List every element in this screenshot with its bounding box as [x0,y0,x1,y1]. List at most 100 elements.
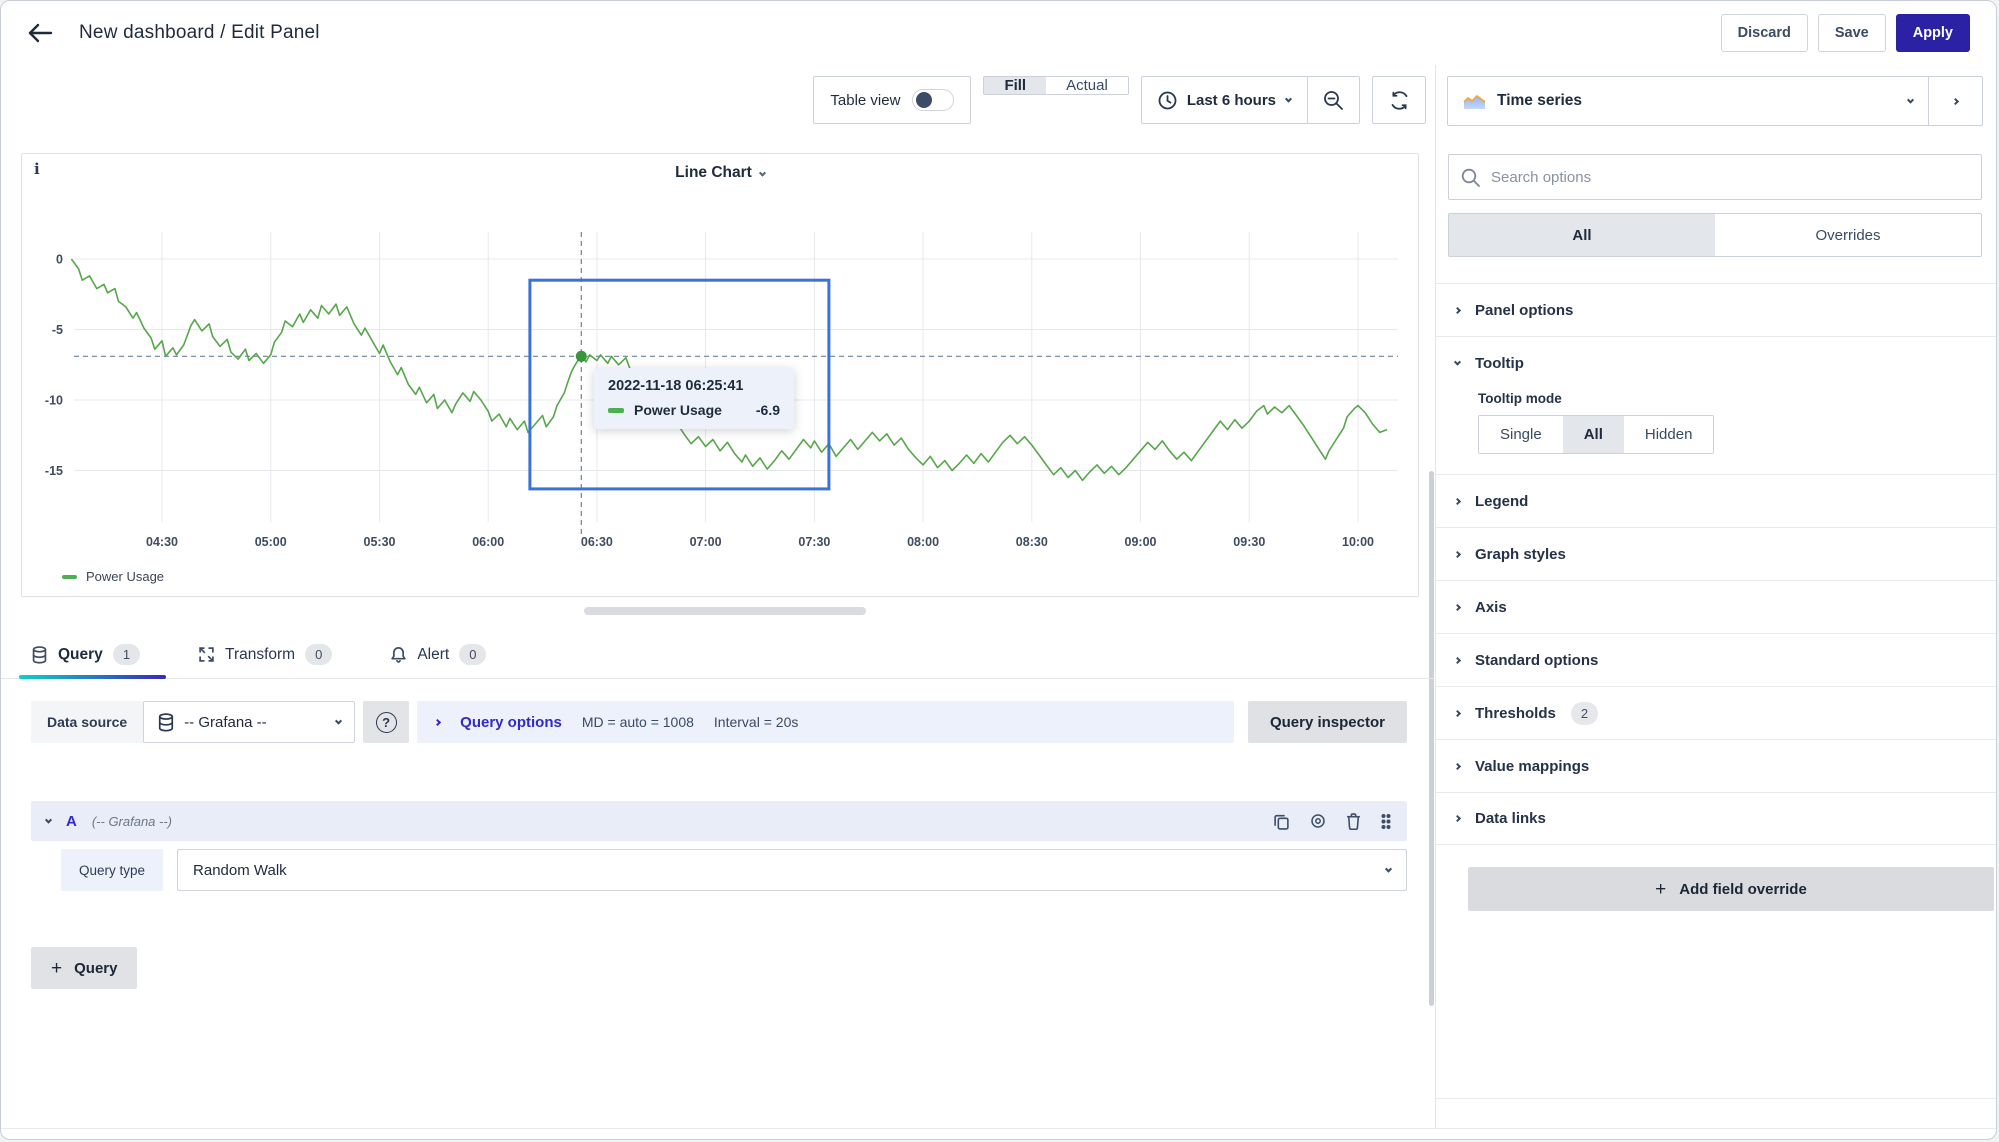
x-axis-tick: 05:30 [364,535,396,549]
tooltip-series-value: -6.9 [756,402,780,418]
add-query-label: Query [74,960,117,977]
x-axis-tick: 05:00 [255,535,287,549]
apply-button[interactable]: Apply [1896,14,1970,52]
chevron-down-icon [1454,358,1461,365]
option-label: Panel options [1475,302,1573,319]
tab-overrides[interactable]: Overrides [1715,214,1981,256]
tab-alert[interactable]: Alert 0 [390,631,486,678]
vertical-scrollbar[interactable] [1429,471,1434,1006]
chevron-down-icon[interactable] [45,816,52,823]
arrow-left-icon [27,22,53,44]
datasource-select[interactable]: -- Grafana -- [143,701,355,743]
option-label: Data links [1475,810,1546,827]
page-bottom-divider [1,1128,1996,1129]
query-row-header[interactable]: A (-- Grafana --) [31,801,1407,841]
option-graph-styles[interactable]: Graph styles [1436,527,1996,580]
chevron-right-icon [1952,97,1959,104]
series-color-swatch [608,408,624,413]
tab-query[interactable]: Query 1 [31,631,140,678]
search-input[interactable] [1491,169,1969,186]
chevron-down-icon [1285,95,1292,102]
chart-tooltip: 2022-11-18 06:25:41 Power Usage -6.9 [594,368,794,429]
query-inspector-button[interactable]: Query inspector [1248,701,1407,743]
option-label: Legend [1475,493,1528,510]
visualization-select[interactable]: Time series [1448,77,1928,125]
legend-label: Power Usage [86,569,164,584]
option-value-mappings[interactable]: Value mappings [1436,739,1996,792]
option-panel-options[interactable]: Panel options [1436,283,1996,336]
query-type-select[interactable]: Random Walk [177,849,1407,891]
add-query-button[interactable]: + Query [31,947,137,989]
legend-item-power-usage[interactable]: Power Usage [62,569,164,584]
actual-option[interactable]: Actual [1046,77,1128,94]
chevron-down-icon [335,717,342,724]
chevron-right-icon [1454,656,1461,663]
discard-button[interactable]: Discard [1721,14,1808,52]
tab-alert-badge: 0 [459,644,486,665]
query-options-md: MD = auto = 1008 [582,714,694,730]
add-override-label: Add field override [1679,881,1807,898]
trash-icon[interactable] [1346,813,1361,830]
toggle-switch[interactable] [912,89,954,111]
query-type-row: Query type Random Walk [61,849,1407,891]
main-content: Table view Fill Actual Last 6 hours [1,65,1435,1128]
x-axis-tick: 09:30 [1233,535,1265,549]
tab-all[interactable]: All [1449,214,1715,256]
zoom-out-button[interactable] [1307,77,1359,123]
collapse-sidebar-button[interactable] [1928,77,1982,125]
query-options-interval: Interval = 20s [714,714,798,730]
y-axis-tick: -10 [45,394,63,408]
option-standard-options[interactable]: Standard options [1436,633,1996,686]
query-options-link[interactable]: Query options [460,714,562,731]
tooltip-mode-all[interactable]: All [1563,416,1624,453]
query-section-tabs: Query 1 Transform 0 Alert 0 [1,631,1435,679]
tooltip-settings: Tooltip mode Single All Hidden [1436,389,1996,474]
option-label: Thresholds [1475,705,1556,722]
x-axis-tick: 10:00 [1342,535,1374,549]
panel-resize-handle[interactable] [584,607,866,615]
legend-swatch [62,575,77,579]
tooltip-timestamp: 2022-11-18 06:25:41 [608,378,780,394]
option-legend[interactable]: Legend [1436,474,1996,527]
x-axis-tick: 07:00 [690,535,722,549]
datasource-help-button[interactable]: ? [363,701,409,743]
plus-icon: + [1655,880,1666,899]
datasource-value: -- Grafana -- [184,714,267,731]
option-tooltip[interactable]: Tooltip [1436,336,1996,389]
time-range-button[interactable]: Last 6 hours [1142,91,1307,110]
y-axis-tick: -15 [45,464,63,478]
option-label: Tooltip [1475,355,1524,372]
tab-query-label: Query [58,646,103,664]
tooltip-series-row: Power Usage -6.9 [608,402,780,418]
drag-handle-icon[interactable] [1380,813,1392,830]
table-view-toggle[interactable]: Table view [813,76,971,124]
fill-option[interactable]: Fill [984,77,1046,94]
tooltip-mode-segmented: Single All Hidden [1478,415,1714,454]
add-field-override-button[interactable]: + Add field override [1468,867,1994,911]
tooltip-series-name: Power Usage [634,402,722,418]
table-view-label: Table view [830,92,900,109]
tooltip-mode-single[interactable]: Single [1479,416,1563,453]
datasource-row: Data source -- Grafana -- ? Query option… [31,701,1407,743]
back-button[interactable] [27,22,53,44]
refresh-button[interactable] [1372,76,1426,124]
tab-transform[interactable]: Transform 0 [198,631,332,678]
thresholds-count-badge: 2 [1571,702,1598,725]
eye-icon[interactable] [1309,813,1327,829]
option-axis[interactable]: Axis [1436,580,1996,633]
option-thresholds[interactable]: Thresholds 2 [1436,686,1996,739]
y-axis-tick: 0 [56,253,63,267]
x-axis-tick: 08:00 [907,535,939,549]
query-type-value: Random Walk [193,862,287,879]
database-icon [157,713,175,732]
option-data-links[interactable]: Data links [1436,792,1996,845]
tab-query-badge: 1 [113,644,140,665]
x-axis-tick: 06:30 [581,535,613,549]
query-options-bar: Query options MD = auto = 1008 Interval … [417,701,1234,743]
save-button[interactable]: Save [1818,14,1886,52]
option-label: Value mappings [1475,758,1589,775]
chevron-down-icon [1385,865,1392,872]
duplicate-icon[interactable] [1273,813,1290,830]
transform-icon [198,646,215,663]
tooltip-mode-hidden[interactable]: Hidden [1624,416,1714,453]
